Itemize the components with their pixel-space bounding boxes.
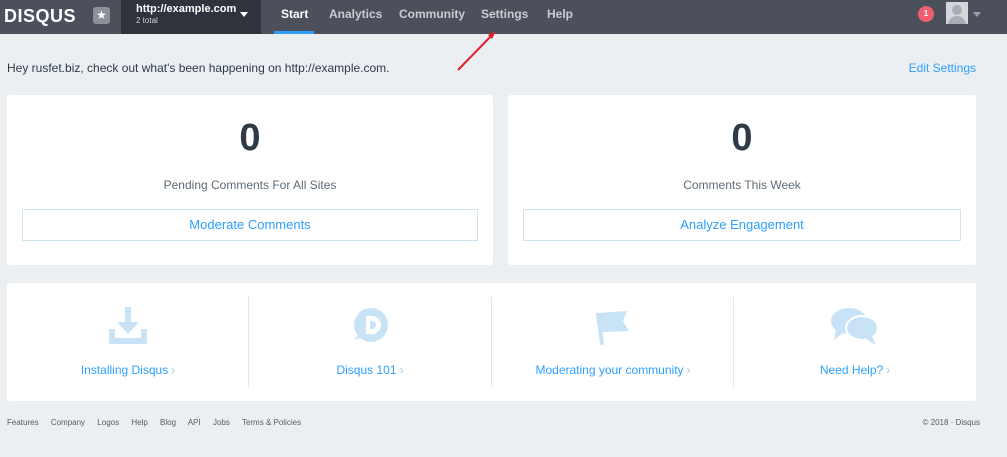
flag-icon [595, 311, 629, 346]
nav-active-indicator [274, 31, 314, 34]
chevron-right-icon: › [686, 363, 691, 377]
resource-need-help[interactable]: Need Help? › [734, 283, 976, 401]
greeting-text: Hey rusfet.biz, check out what's been ha… [7, 61, 390, 75]
chevron-down-icon [240, 12, 248, 17]
analyze-engagement-button[interactable]: Analyze Engagement [523, 209, 961, 241]
copyright-text: © 2018 · Disqus [922, 418, 980, 427]
download-icon [109, 307, 147, 344]
site-url: http://example.com [136, 3, 237, 15]
avatar[interactable] [946, 2, 968, 24]
resource-label: Need Help? [819, 363, 884, 377]
footer-link-blog[interactable]: Blog [160, 418, 176, 427]
resource-label: Installing Disqus [80, 363, 169, 377]
chevron-down-icon[interactable] [973, 12, 981, 17]
nav-start[interactable]: Start [281, 0, 308, 34]
footer-links: Features Company Logos Help Blog API Job… [7, 418, 311, 427]
footer-link-api[interactable]: API [188, 418, 201, 427]
footer-link-logos[interactable]: Logos [97, 418, 119, 427]
disqus-logo[interactable]: DISQUS [4, 6, 76, 27]
star-icon[interactable]: ★ [93, 7, 110, 24]
avatar-body [948, 16, 966, 24]
site-total: 2 total [136, 16, 158, 25]
resource-disqus-101[interactable]: Disqus 101 › [249, 283, 491, 401]
chevron-right-icon: › [399, 363, 404, 377]
nav-analytics[interactable]: Analytics [329, 0, 382, 34]
comments-week-label: Comments This Week [683, 178, 801, 192]
nav-help[interactable]: Help [547, 0, 573, 34]
avatar-head [952, 5, 962, 15]
site-switcher[interactable]: http://example.com 2 total [121, 0, 261, 34]
footer-link-jobs[interactable]: Jobs [213, 418, 230, 427]
pending-comments-label: Pending Comments For All Sites [163, 178, 337, 192]
footer-link-company[interactable]: Company [51, 418, 85, 427]
chevron-right-icon: › [886, 363, 891, 377]
edit-settings-link[interactable]: Edit Settings [909, 61, 976, 75]
resource-label: Disqus 101 [336, 363, 397, 377]
annotation-arrow-icon [457, 31, 496, 71]
chevron-right-icon: › [171, 363, 176, 377]
top-bar: DISQUS ★ http://example.com 2 total Star… [0, 0, 1007, 34]
footer-link-help[interactable]: Help [131, 418, 147, 427]
disqus-logo-icon [354, 308, 388, 342]
pending-comments-count: 0 [239, 117, 261, 159]
chat-bubbles-icon [831, 308, 879, 345]
footer-link-terms[interactable]: Terms & Policies [242, 418, 301, 427]
pending-comments-card: 0 Pending Comments For All Sites Moderat… [7, 95, 493, 265]
notification-badge[interactable]: 1 [918, 6, 934, 22]
comments-week-count: 0 [731, 117, 753, 159]
resource-moderating-community[interactable]: Moderating your community › [492, 283, 734, 401]
resource-label: Moderating your community [535, 363, 684, 377]
footer-link-features[interactable]: Features [7, 418, 39, 427]
comments-week-card: 0 Comments This Week Analyze Engagement [508, 95, 976, 265]
resources-panel: Installing Disqus › Disqus 101 › Moderatin… [7, 283, 976, 401]
resource-installing-disqus[interactable]: Installing Disqus › [7, 283, 249, 401]
moderate-comments-button[interactable]: Moderate Comments [22, 209, 478, 241]
